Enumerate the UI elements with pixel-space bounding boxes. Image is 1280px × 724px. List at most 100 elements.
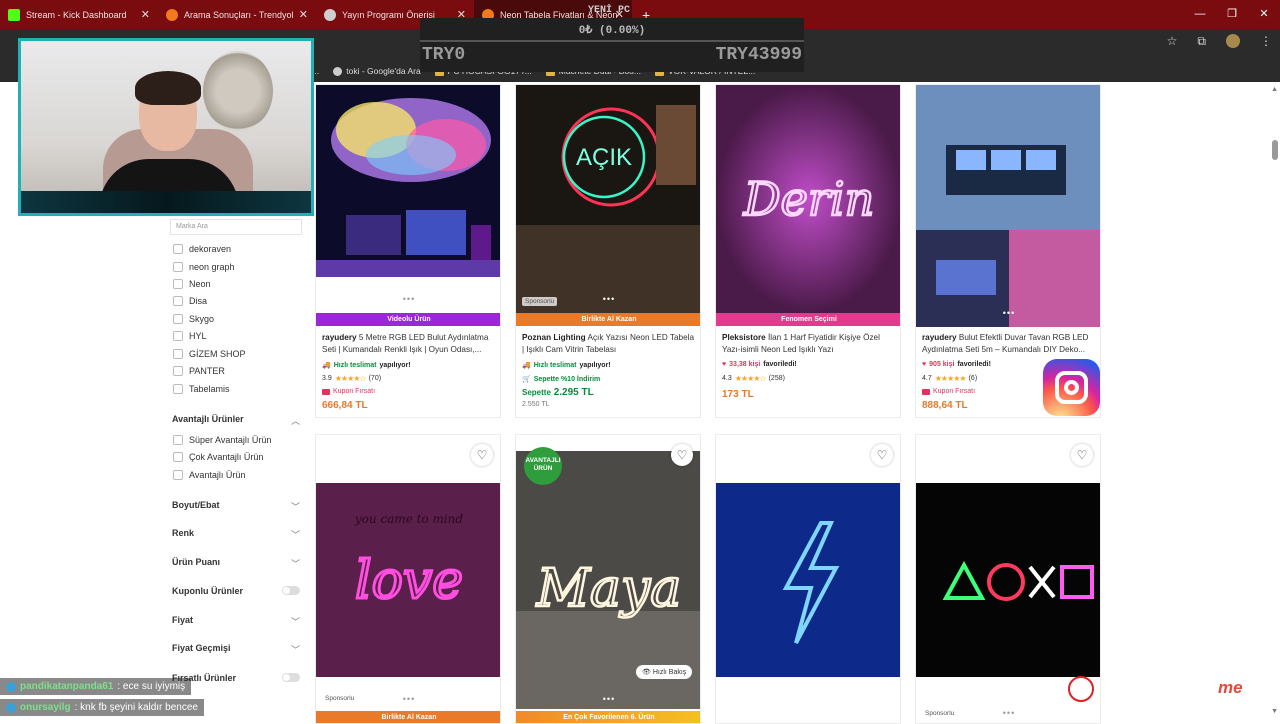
profile-avatar[interactable] [1226, 34, 1240, 48]
rating-stars: ★★★★★ [934, 374, 967, 383]
kick-icon [8, 8, 20, 21]
filter-section-price[interactable]: Fiyat ﹀ [172, 615, 300, 628]
webcam-frame [21, 191, 311, 213]
advantage-section-header[interactable]: Avantajlı Ürünler ︿ [172, 414, 300, 427]
brand-filter-item[interactable]: neon graph [173, 262, 235, 272]
product-card[interactable]: Derin Fenomen Seçimi Pleksistore İlan 1 … [715, 84, 901, 418]
coupon-icon [322, 388, 330, 395]
product-title[interactable]: Pleksistore İlan 1 Harf Fiyatidir Kişiye… [722, 332, 896, 356]
product-card[interactable]: Maya AVANTAJLI ÜRÜN ♡ 👁 Hızlı Bakış ••• … [515, 434, 701, 724]
checkbox [173, 452, 183, 462]
product-title[interactable]: rayudery Bulut Efektli Duvar Tavan RGB L… [922, 332, 1096, 356]
close-icon[interactable]: ✕ [141, 8, 150, 21]
checkbox [173, 296, 183, 306]
product-image [916, 85, 1100, 327]
sign-text: AÇIK [576, 144, 632, 171]
checkbox [173, 279, 183, 289]
filter-section-deals[interactable]: Fırsatlı Ürünler [172, 673, 300, 683]
favorite-heart-button[interactable]: ♡ [471, 444, 493, 466]
filter-section-rating[interactable]: Ürün Puanı ﹀ [172, 557, 300, 570]
deals-toggle[interactable] [282, 673, 300, 682]
brand-filter-item[interactable]: Neon [173, 279, 211, 289]
sign-text: Maya [536, 559, 682, 619]
rating-stars: ★★★★☆ [334, 374, 367, 383]
product-card[interactable]: AÇIK Sponsorlu ••• Birlikte Al Kazan Poz… [515, 84, 701, 418]
menu-icon[interactable]: ⋮ [1260, 34, 1272, 49]
advantage-badge: AVANTAJLI ÜRÜN [524, 447, 562, 485]
product-price: 173 TL [722, 389, 754, 400]
goal-target-value: TRY43999 [715, 45, 802, 65]
favorite-heart-button[interactable]: ♡ [671, 444, 693, 466]
quick-view-button[interactable]: 👁 Hızlı Bakış [636, 665, 693, 679]
tab-trendyol[interactable]: Arama Sonuçları - Trendyol ✕ [158, 0, 316, 29]
carousel-dots[interactable]: ••• [599, 295, 619, 304]
checkbox [173, 244, 183, 254]
bookmark-item[interactable]: toki - Google'da Ara [333, 66, 421, 76]
brand-filter-item[interactable]: HYL [173, 331, 207, 341]
carousel-dots[interactable]: ••• [999, 309, 1019, 318]
donation-goal-overlay: YENİ PC 0₺ (0.00%) TRY0 TRY43999 [420, 5, 804, 72]
advantage-filter-item[interactable]: Çok Avantajlı Ürün [173, 452, 263, 462]
tab-label: Stream - Kick Dashboard [26, 9, 127, 20]
carousel-dots[interactable]: ••• [999, 709, 1019, 718]
restore-icon[interactable]: ❐ [1216, 0, 1248, 29]
brand-filter-item[interactable]: dekoraven [173, 244, 231, 254]
goal-title: YENİ PC [588, 5, 631, 16]
brand-filter-item[interactable]: Skygo [173, 314, 214, 324]
close-icon[interactable]: ✕ [299, 8, 308, 21]
close-window-icon[interactable]: ✕ [1248, 0, 1280, 29]
toolbar-icons: ☆ ⧉ ⋮ [1167, 34, 1272, 49]
product-title[interactable]: rayudery 5 Metre RGB LED Bulut Aydınlatm… [322, 332, 496, 356]
wall-text: you came to mind [354, 512, 464, 526]
brand-filter-item[interactable]: Disa [173, 296, 207, 306]
coupon-toggle[interactable] [282, 586, 300, 595]
discount-info: 🛒 Sepette %10 İndirim [522, 375, 601, 384]
favorite-heart-button[interactable]: ♡ [871, 444, 893, 466]
tab-kick[interactable]: Stream - Kick Dashboard ✕ [0, 0, 158, 29]
delivery-info: 🚚 Hızlı teslimat yapılıyor! [322, 361, 411, 370]
brand-search-input[interactable]: Marka Ara [170, 219, 302, 235]
product-image: you came to mind love [316, 483, 500, 677]
product-price: 888,64 TL [922, 400, 968, 411]
carousel-dots[interactable]: ••• [399, 295, 419, 304]
advantage-filter-item[interactable]: Avantajlı Ürün [173, 470, 245, 480]
brand-filter-item[interactable]: Tabelamis [173, 384, 230, 394]
brand-filter-item[interactable]: PANTER [173, 366, 225, 376]
favorite-heart-button[interactable]: ♡ [1071, 444, 1093, 466]
star-icon[interactable]: ☆ [1167, 34, 1178, 49]
tab-label: Arama Sonuçları - Trendyol [184, 9, 294, 20]
checkbox [173, 366, 183, 376]
product-card[interactable]: ♡ [715, 434, 901, 724]
product-band: En Çok Favorilenen 6. Ürün [516, 711, 700, 723]
scroll-up-icon[interactable]: ▲ [1271, 86, 1278, 93]
carousel-dots[interactable]: ••• [599, 695, 619, 704]
product-image [716, 483, 900, 677]
filter-section-price-history[interactable]: Fiyat Geçmişi ﹀ [172, 643, 300, 656]
product-title[interactable]: Poznan Lighting Açık Yazısı Neon LED Tab… [522, 332, 696, 356]
filter-section-color[interactable]: Renk ﹀ [172, 528, 300, 541]
checkbox [173, 349, 183, 359]
filter-section-size[interactable]: Boyut/Ebat ﹀ [172, 500, 300, 513]
webcam-overlay [18, 38, 314, 216]
coupon-label: Kupon Fırsatı [322, 388, 375, 395]
product-image: AÇIK [516, 85, 700, 313]
brand-filter-item[interactable]: GİZEM SHOP [173, 349, 246, 359]
product-band: Videolu Ürün [316, 313, 500, 326]
eye-icon: 👁 [642, 669, 651, 676]
checkbox [173, 470, 183, 480]
product-card[interactable]: you came to mind love ♡ Sponsorlu ••• Bi… [315, 434, 501, 724]
product-image: Derin [716, 85, 900, 313]
carousel-dots[interactable]: ••• [399, 695, 419, 704]
product-card[interactable]: ••• Videolu Ürün rayudery 5 Metre RGB LE… [315, 84, 501, 418]
page-scrollbar-thumb[interactable] [1272, 140, 1278, 160]
minimize-icon[interactable]: — [1184, 0, 1216, 29]
rating-row: 4.7 ★★★★★ (6) [922, 374, 978, 383]
scroll-down-icon[interactable]: ▼ [1271, 708, 1278, 715]
streamer-hair [135, 71, 201, 105]
extension-icon[interactable]: ⧉ [1197, 34, 1206, 49]
heart-icon: ♥ [722, 361, 727, 368]
filter-section-coupon[interactable]: Kuponlu Ürünler [172, 586, 300, 596]
advantage-filter-item[interactable]: Süper Avantajlı Ürün [173, 435, 271, 445]
old-price: 2.550 TL [522, 401, 550, 408]
truck-icon: 🚚 [322, 362, 331, 369]
